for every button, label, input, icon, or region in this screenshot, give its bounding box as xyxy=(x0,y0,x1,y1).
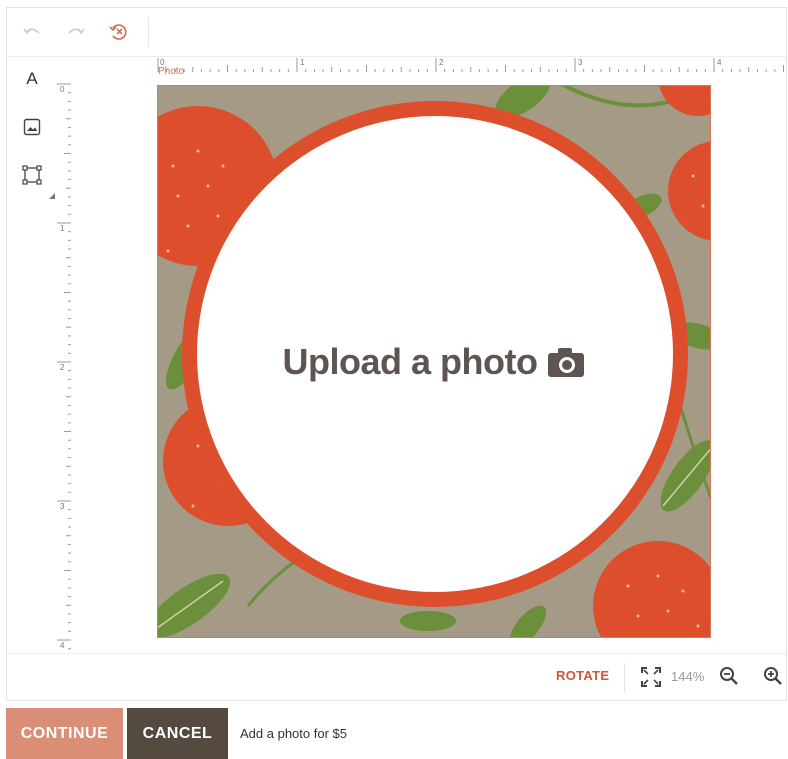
zoom-level: 144% xyxy=(671,669,705,684)
controls-divider xyxy=(624,663,625,693)
ruler-left-label: 1 xyxy=(60,224,65,233)
frame-tool-icon xyxy=(22,165,42,185)
undo-button[interactable] xyxy=(19,20,45,44)
tool-expand-icon xyxy=(49,193,55,199)
ruler-left-label: 0 xyxy=(60,85,65,94)
top-toolbar xyxy=(7,8,786,57)
ruler-left-label: 2 xyxy=(60,363,65,372)
redo-button[interactable] xyxy=(63,20,89,44)
ruler-left-label: 3 xyxy=(60,502,65,511)
ruler-top-label: 3 xyxy=(578,58,583,67)
price-note: Add a photo for $5 xyxy=(240,726,347,741)
undo-icon xyxy=(23,28,40,35)
cancel-button[interactable]: CANCEL xyxy=(127,708,228,759)
text-tool-icon: A xyxy=(26,69,38,88)
fit-screen-icon[interactable] xyxy=(641,667,661,687)
zoom-out-icon[interactable] xyxy=(719,666,739,686)
ruler-left-label: 4 xyxy=(60,641,65,650)
camera-icon xyxy=(548,347,585,377)
upload-photo-area[interactable]: Upload a photo xyxy=(158,86,710,637)
ruler-top-label: 2 xyxy=(439,58,444,67)
canvas-label: Photo xyxy=(158,66,185,77)
redo-icon xyxy=(68,28,85,35)
frame-tool-button[interactable] xyxy=(19,162,45,188)
reset-history-icon xyxy=(109,24,127,40)
left-ruler: 0 1 2 3 4 xyxy=(56,72,71,656)
card-editor: A 0 1 2 3 4 0 1 2 3 4 Photo Upload a pho… xyxy=(6,7,787,701)
card-canvas[interactable]: Upload a photo xyxy=(157,85,711,638)
canvas-controls: ROTATE 144% xyxy=(7,653,786,700)
upload-photo-label: Upload a photo xyxy=(282,340,538,382)
text-tool-button[interactable]: A xyxy=(19,66,45,92)
rotate-button[interactable]: ROTATE xyxy=(556,668,609,683)
image-tool-icon xyxy=(23,118,41,136)
reset-history-button[interactable] xyxy=(106,20,132,44)
continue-button[interactable]: CONTINUE xyxy=(6,708,123,759)
image-tool-button[interactable] xyxy=(19,114,45,140)
zoom-in-icon[interactable] xyxy=(763,666,783,686)
ruler-top-label: 1 xyxy=(300,58,305,67)
toolbar-divider xyxy=(148,17,149,47)
ruler-top-label: 4 xyxy=(717,58,722,67)
